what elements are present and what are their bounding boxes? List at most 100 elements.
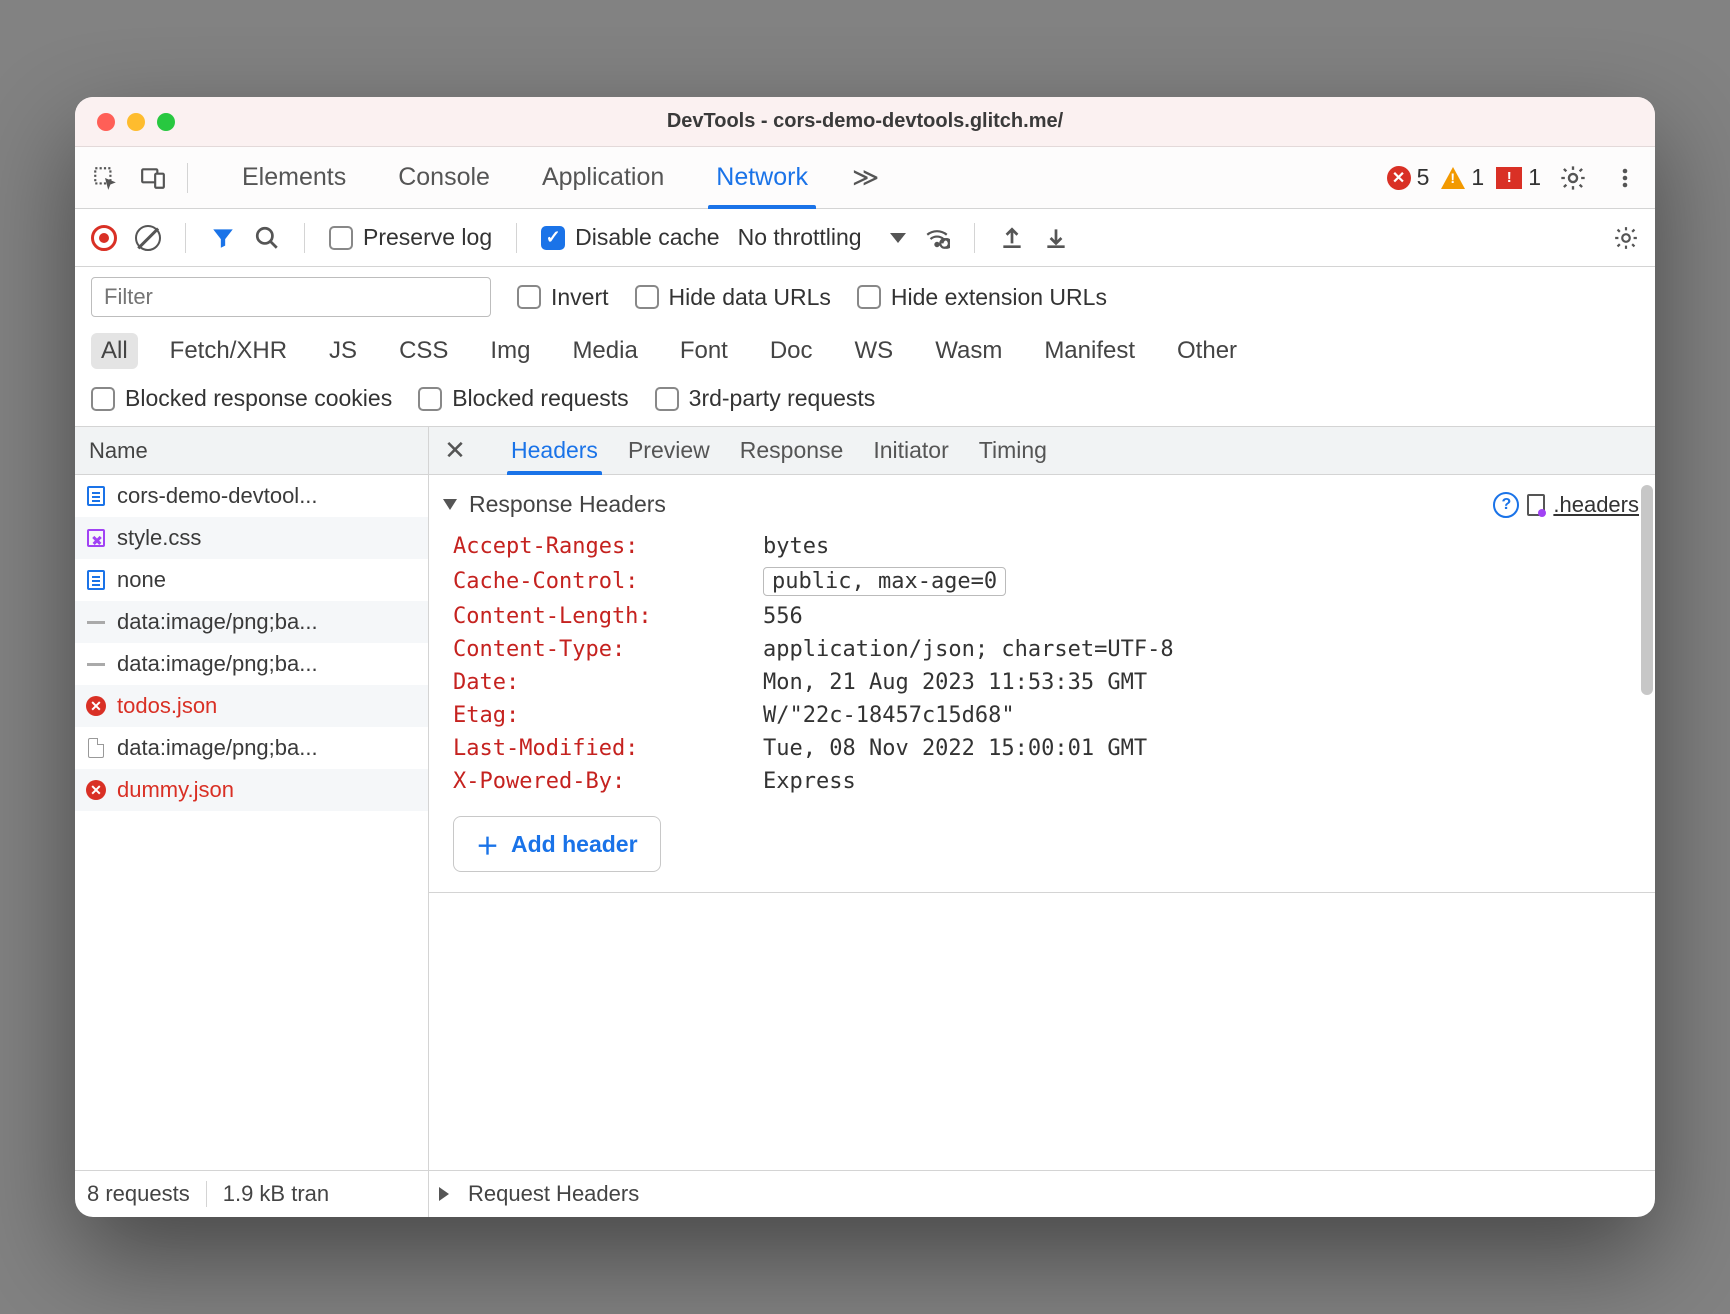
request-row[interactable]: none [75,559,428,601]
toolbar-right [1613,225,1639,251]
main-tabbar: Elements Console Application Network ≫ ✕… [75,147,1655,209]
response-headers-list: Accept-Ranges:bytesCache-Control:public,… [429,530,1655,798]
issues-count[interactable]: ! 1 [1496,164,1541,191]
disclosure-icon [443,499,457,510]
request-row[interactable]: dummy.json [75,769,428,811]
divider [974,223,975,253]
type-filter-row: All Fetch/XHR JS CSS Img Media Font Doc … [75,327,1655,379]
warning-count[interactable]: 1 [1441,164,1484,191]
type-js[interactable]: JS [319,333,367,369]
tab-application[interactable]: Application [516,147,690,209]
header-row: Etag:W/"22c-18457c15d68" [429,699,1655,732]
request-row[interactable]: style.css [75,517,428,559]
header-row: Last-Modified:Tue, 08 Nov 2022 15:00:01 … [429,732,1655,765]
device-toggle-icon[interactable] [133,158,173,198]
type-all[interactable]: All [91,333,138,369]
hide-data-urls-checkbox[interactable]: Hide data URLs [635,284,831,311]
more-tabs-icon[interactable]: ≫ [852,162,879,193]
request-headers-section[interactable]: Request Headers [429,1171,1655,1217]
details-tab-response[interactable]: Response [740,427,844,475]
network-conditions-icon[interactable] [924,225,950,251]
network-toolbar: Preserve log Disable cache No throttling [75,209,1655,267]
third-party-requests-checkbox[interactable]: 3rd-party requests [655,385,876,412]
type-font[interactable]: Font [670,333,738,369]
add-header-button[interactable]: ＋ Add header [453,816,661,872]
header-row: Content-Type:application/json; charset=U… [429,633,1655,666]
checkbox-icon [329,226,353,250]
request-row[interactable]: todos.json [75,685,428,727]
request-row[interactable]: data:image/png;ba... [75,601,428,643]
type-css[interactable]: CSS [389,333,458,369]
tab-elements[interactable]: Elements [216,147,372,209]
throttling-select[interactable]: No throttling [738,224,906,251]
kebab-menu-icon[interactable] [1605,158,1645,198]
details-tab-timing[interactable]: Timing [979,427,1047,475]
inspect-icon[interactable] [85,158,125,198]
record-button[interactable] [91,225,117,251]
search-icon[interactable] [254,225,280,251]
details-tab-headers[interactable]: Headers [511,427,598,475]
status-bar: 8 requests 1.9 kB tran Request Headers [75,1171,1655,1217]
request-list-header[interactable]: Name [75,427,428,475]
scrollbar[interactable] [1641,485,1653,695]
filter-icon[interactable] [210,225,236,251]
type-manifest[interactable]: Manifest [1034,333,1145,369]
upload-har-icon[interactable] [999,225,1025,251]
divider [304,223,305,253]
close-details-button[interactable]: ✕ [429,427,481,475]
type-ws[interactable]: WS [845,333,904,369]
body-split: Name cors-demo-devtool...style.css none da… [75,427,1655,1171]
headers-source-link[interactable]: .headers [1527,492,1639,518]
add-header-label: Add header [511,831,638,858]
blocked-response-cookies-checkbox[interactable]: Blocked response cookies [91,385,392,412]
blocked-requests-checkbox[interactable]: Blocked requests [418,385,628,412]
request-type-icon [85,779,107,801]
error-count[interactable]: ✕ 5 [1387,164,1430,191]
type-doc[interactable]: Doc [760,333,823,369]
status-left: 8 requests 1.9 kB tran [75,1171,429,1217]
network-settings-icon[interactable] [1613,225,1639,251]
checkbox-icon [418,387,442,411]
header-row: Accept-Ranges:bytes [429,530,1655,563]
type-other[interactable]: Other [1167,333,1247,369]
header-name: Last-Modified: [453,736,743,761]
download-har-icon[interactable] [1043,225,1069,251]
checkbox-icon [517,285,541,309]
zoom-window-button[interactable] [157,113,175,131]
status-transfer-size: 1.9 kB tran [206,1181,329,1207]
disable-cache-label: Disable cache [575,224,719,251]
tab-console[interactable]: Console [372,147,516,209]
disable-cache-checkbox[interactable]: Disable cache [541,224,719,251]
type-media[interactable]: Media [562,333,647,369]
minimize-window-button[interactable] [127,113,145,131]
request-row[interactable]: data:image/png;ba... [75,727,428,769]
header-value: application/json; charset=UTF-8 [763,637,1174,662]
request-type-icon [85,737,107,759]
third-party-requests-label: 3rd-party requests [689,385,876,412]
request-name: data:image/png;ba... [117,735,318,761]
blocked-response-cookies-label: Blocked response cookies [125,385,392,412]
type-img[interactable]: Img [480,333,540,369]
tab-network[interactable]: Network [690,147,834,209]
checkbox-icon [635,285,659,309]
type-fetch-xhr[interactable]: Fetch/XHR [160,333,297,369]
request-type-icon [85,611,107,633]
close-window-button[interactable] [97,113,115,131]
request-name: none [117,567,166,593]
invert-checkbox[interactable]: Invert [517,284,609,311]
help-icon[interactable]: ? [1493,492,1519,518]
response-headers-section[interactable]: Response Headers ? .headers [429,475,1655,530]
request-name: data:image/png;ba... [117,609,318,635]
details-tab-preview[interactable]: Preview [628,427,710,475]
details-tab-initiator[interactable]: Initiator [873,427,948,475]
hide-extension-urls-checkbox[interactable]: Hide extension URLs [857,284,1107,311]
clear-button[interactable] [135,225,161,251]
header-value[interactable]: public, max-age=0 [763,567,1006,596]
type-wasm[interactable]: Wasm [925,333,1012,369]
request-row[interactable]: cors-demo-devtool... [75,475,428,517]
preserve-log-checkbox[interactable]: Preserve log [329,224,492,251]
settings-icon[interactable] [1553,158,1593,198]
filter-input[interactable] [91,277,491,317]
request-row[interactable]: data:image/png;ba... [75,643,428,685]
request-type-icon [85,527,107,549]
